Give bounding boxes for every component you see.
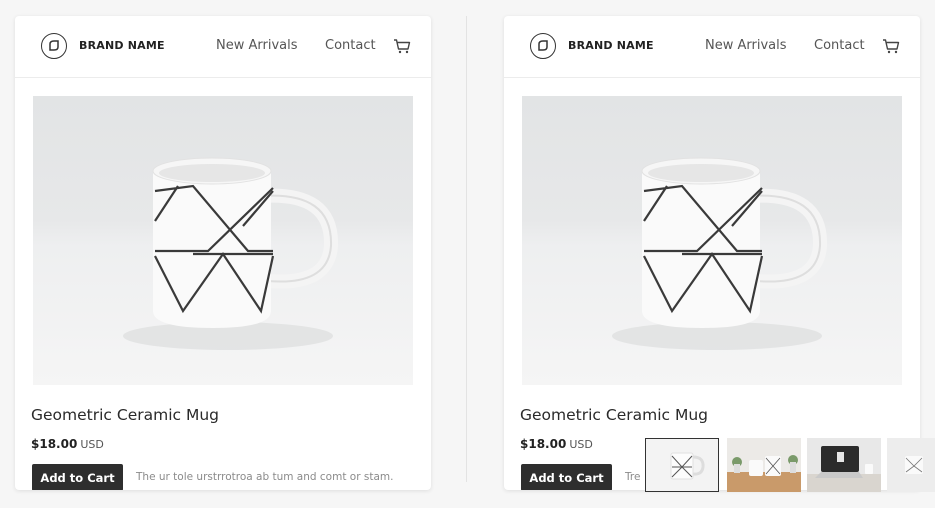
price-value: $18.00 [31,437,78,451]
navbar: BRAND NAME New Arrivals Contact [15,16,431,78]
add-to-cart-button[interactable]: Add to Cart [32,464,123,490]
divider [466,16,467,482]
nav-contact[interactable]: Contact [814,38,865,53]
product-title: Geometric Ceramic Mug [520,406,708,424]
add-to-cart-button[interactable]: Add to Cart [521,464,612,490]
brand-logo-icon[interactable] [41,33,67,59]
price-currency: USD [569,438,593,451]
brand-logo-icon[interactable] [530,33,556,59]
thumbnail-strip [645,438,935,492]
thumbnail-laptop-on-desk[interactable] [807,438,881,492]
navbar: BRAND NAME New Arrivals Contact [504,16,920,78]
cart-icon[interactable] [882,38,900,58]
product-image [522,96,902,385]
product-description: The ur tole urstrrotroa ab tum and comt … [136,471,394,483]
product-description: Tre [625,471,641,483]
product-card-left: BRAND NAME New Arrivals Contact Geometri… [15,16,431,490]
thumbnail-mug-partial[interactable] [887,438,935,492]
thumbnail-mugs-on-table[interactable] [727,438,801,492]
thumbnail-mug-front[interactable] [645,438,719,492]
product-card-right: BRAND NAME New Arrivals Contact Geometri… [504,16,920,490]
product-price: $18.00 USD [520,437,593,451]
price-currency: USD [80,438,104,451]
price-value: $18.00 [520,437,567,451]
product-title: Geometric Ceramic Mug [31,406,219,424]
product-price: $18.00 USD [31,437,104,451]
brand-name[interactable]: BRAND NAME [568,39,654,52]
product-image [33,96,413,385]
brand-name[interactable]: BRAND NAME [79,39,165,52]
cart-icon[interactable] [393,38,411,58]
nav-contact[interactable]: Contact [325,38,376,53]
nav-new-arrivals[interactable]: New Arrivals [216,38,298,53]
nav-new-arrivals[interactable]: New Arrivals [705,38,787,53]
